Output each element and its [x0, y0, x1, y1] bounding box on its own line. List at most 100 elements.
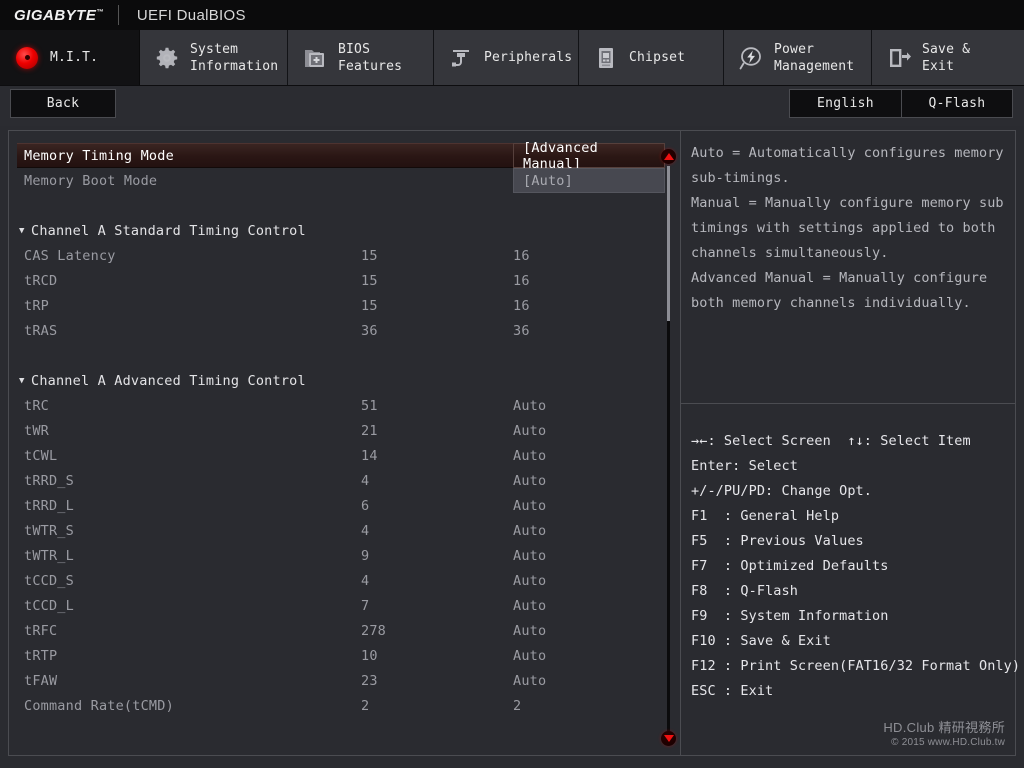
- key-legend-line: Enter: Select: [691, 458, 798, 474]
- red-orb-icon: [14, 45, 40, 71]
- tab-save-and-exit[interactable]: Save & Exit: [872, 30, 1024, 85]
- settings-row[interactable]: Command Rate(tCMD) 2 2: [9, 693, 659, 718]
- setting-label: Channel A Advanced Timing Control: [31, 372, 306, 389]
- setting-label: tFAW: [24, 672, 58, 689]
- scroll-down-arrow-icon[interactable]: [661, 731, 676, 746]
- tab-peripherals[interactable]: Peripherals: [434, 30, 579, 85]
- setting-value-channel-b: 16: [513, 297, 530, 314]
- tab-chipset[interactable]: Chipset: [579, 30, 724, 85]
- tab-mit[interactable]: M.I.T.: [0, 30, 140, 85]
- settings-row[interactable]: tRTP 10 Auto: [9, 643, 659, 668]
- chip-icon: [593, 45, 619, 71]
- triangle-down-icon: ▼: [19, 375, 25, 386]
- setting-value-channel-a: 15: [361, 297, 378, 314]
- help-line: timings with settings applied to both: [691, 220, 996, 236]
- setting-value-channel-b: Auto: [513, 422, 547, 439]
- setting-value-channel-b: Auto: [513, 447, 547, 464]
- settings-group-header[interactable]: ▼ Channel A Standard Timing Control: [9, 218, 659, 243]
- setting-value-channel-b: Auto: [513, 497, 547, 514]
- setting-value-channel-a: 7: [361, 597, 370, 614]
- key-legend-line: F7 : Optimized Defaults: [691, 558, 889, 574]
- setting-label: tWTR_S: [24, 522, 74, 539]
- tab-peripherals-label: Peripherals: [484, 50, 573, 65]
- setting-value-channel-a: 21: [361, 422, 378, 439]
- help-line: both memory channels individually.: [691, 295, 971, 311]
- trademark-symbol: ™: [96, 8, 104, 16]
- settings-row[interactable]: tRAS 36 36: [9, 318, 659, 343]
- settings-row[interactable]: Memory Boot Mode [Auto]: [9, 168, 665, 193]
- setting-value-channel-b: Auto: [513, 572, 547, 589]
- tab-bios-features[interactable]: BIOS Features: [288, 30, 434, 85]
- language-button[interactable]: English: [789, 89, 901, 118]
- key-legend-lines: →←: Select Screen ↑↓: Select Item Enter: …: [691, 429, 1021, 704]
- setting-value-channel-b: 2: [513, 697, 522, 714]
- settings-row[interactable]: tRC 51 Auto: [9, 393, 659, 418]
- help-line: Advanced Manual = Manually configure: [691, 270, 988, 286]
- tab-power-management-label: Power Management: [774, 41, 855, 74]
- brand-bar: GIGABYTE™ UEFI DualBIOS: [0, 0, 1024, 30]
- brand-divider: [117, 5, 119, 25]
- tab-system-information[interactable]: System Information: [140, 30, 288, 85]
- help-line: channels simultaneously.: [691, 245, 889, 261]
- setting-value-channel-a: 10: [361, 647, 378, 664]
- exit-door-icon: [886, 45, 912, 71]
- setting-value-channel-b: Auto: [513, 522, 547, 539]
- sub-toolbar: Back English Q-Flash: [0, 86, 1024, 126]
- setting-value-channel-a: 15: [361, 247, 378, 264]
- settings-row[interactable]: tRRD_S 4 Auto: [9, 468, 659, 493]
- gear-icon: [154, 45, 180, 71]
- tab-power-management[interactable]: Power Management: [724, 30, 872, 85]
- scrollbar-thumb[interactable]: [667, 166, 670, 321]
- setting-label: tCCD_S: [24, 572, 74, 589]
- settings-row[interactable]: Memory Timing Mode [Advanced Manual]: [9, 140, 665, 172]
- scroll-up-arrow-icon[interactable]: [661, 149, 676, 164]
- key-legend-panel: →←: Select Screen ↑↓: Select Item Enter: …: [681, 404, 1021, 755]
- brand-subtitle: UEFI DualBIOS: [136, 6, 246, 24]
- setting-label: tRAS: [24, 322, 58, 339]
- watermark: HD.Club 精研視務所 © 2015 www.HD.Club.tw: [883, 717, 1005, 748]
- key-legend-line: F1 : General Help: [691, 508, 840, 524]
- triangle-down-icon: ▼: [19, 225, 25, 236]
- tab-mit-label: M.I.T.: [50, 50, 99, 65]
- tab-bios-features-label: BIOS Features: [338, 41, 403, 74]
- setting-value-channel-b: Auto: [513, 597, 547, 614]
- settings-row[interactable]: tRRD_L 6 Auto: [9, 493, 659, 518]
- setting-value-channel-b: 16: [513, 272, 530, 289]
- setting-value-channel-b: Auto: [513, 547, 547, 564]
- settings-row[interactable]: tRCD 15 16: [9, 268, 659, 293]
- key-legend-line: F8 : Q-Flash: [691, 583, 798, 599]
- setting-value-dropdown[interactable]: [Advanced Manual]: [513, 140, 665, 172]
- settings-row[interactable]: tCCD_L 7 Auto: [9, 593, 659, 618]
- help-line: sub-timings.: [691, 170, 790, 186]
- settings-row[interactable]: tCCD_S 4 Auto: [9, 568, 659, 593]
- key-legend-line: +/-/PU/PD: Change Opt.: [691, 483, 873, 499]
- settings-row[interactable]: tWTR_S 4 Auto: [9, 518, 659, 543]
- settings-row[interactable]: tCWL 14 Auto: [9, 443, 659, 468]
- back-button[interactable]: Back: [10, 89, 116, 118]
- lightning-icon: [738, 45, 764, 71]
- setting-label: tWTR_L: [24, 547, 74, 564]
- settings-row[interactable]: tWR 21 Auto: [9, 418, 659, 443]
- bios-screen: GIGABYTE™ UEFI DualBIOS M.I.T. System In…: [0, 0, 1024, 768]
- settings-group-header[interactable]: ▼ Channel A Advanced Timing Control: [9, 368, 659, 393]
- watermark-line-2: © 2015 www.HD.Club.tw: [891, 737, 1005, 748]
- settings-row[interactable]: tWTR_L 9 Auto: [9, 543, 659, 568]
- setting-value-channel-b: Auto: [513, 472, 547, 489]
- setting-value-dropdown[interactable]: [Auto]: [513, 168, 665, 193]
- settings-row[interactable]: tRP 15 16: [9, 293, 659, 318]
- setting-label: tRRD_L: [24, 497, 74, 514]
- settings-scrollbar[interactable]: [657, 131, 680, 755]
- key-legend-line: F12 : Print Screen(FAT16/32 Format Only): [691, 658, 1021, 674]
- setting-value-channel-b: 36: [513, 322, 530, 339]
- scrollbar-track[interactable]: [667, 166, 670, 731]
- settings-row[interactable]: CAS Latency 15 16: [9, 243, 659, 268]
- settings-row[interactable]: tFAW 23 Auto: [9, 668, 659, 693]
- qflash-button[interactable]: Q-Flash: [901, 89, 1013, 118]
- setting-value-channel-b: Auto: [513, 622, 547, 639]
- setting-label: tRCD: [24, 272, 58, 289]
- settings-row[interactable]: tRFC 278 Auto: [9, 618, 659, 643]
- setting-label: Memory Boot Mode: [24, 172, 158, 189]
- setting-value-channel-b: 16: [513, 247, 530, 264]
